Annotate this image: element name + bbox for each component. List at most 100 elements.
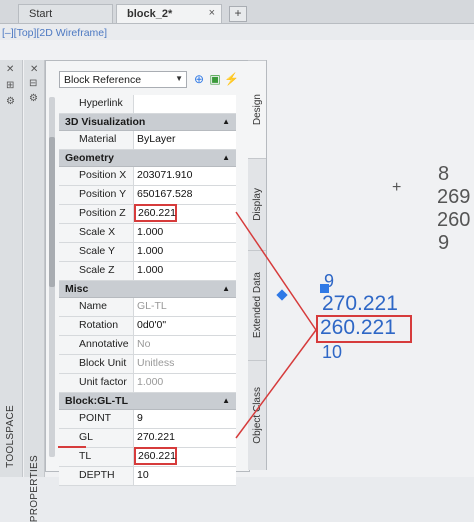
category-misc[interactable]: Misc ▲ — [59, 281, 236, 298]
gear-icon[interactable]: ⚙ — [6, 96, 15, 107]
property-row-material[interactable]: Material ByLayer — [59, 131, 236, 150]
gear-icon[interactable]: ⚙ — [29, 93, 38, 104]
tl-underline-marker — [58, 446, 86, 448]
properties-grid: Hyperlink 3D Visualization ▲ Material By… — [59, 95, 236, 486]
drawing-text[interactable]: 8 — [438, 163, 449, 186]
drawing-text[interactable]: 9 — [438, 232, 449, 255]
drawing-text[interactable]: 269 — [437, 186, 470, 209]
category-label: Block:GL-TL — [65, 395, 128, 407]
property-row-position-z[interactable]: Position Z 260.221 — [59, 204, 236, 224]
tab-display-label: Display — [251, 188, 263, 221]
block-gl-text[interactable]: 270.221 — [322, 292, 398, 316]
property-value[interactable]: 0d0'0" — [134, 317, 236, 335]
tab-object-class[interactable]: Object Class — [248, 360, 266, 470]
property-label: DEPTH — [59, 467, 134, 485]
close-icon[interactable]: ✕ — [6, 64, 14, 75]
scrollbar-thumb[interactable] — [49, 137, 55, 287]
highlighted-tl-value[interactable]: 260.221 — [134, 447, 177, 465]
crosshair-icon: + — [392, 179, 402, 196]
add-to-selection-icon[interactable]: ⊕ — [192, 72, 206, 86]
properties-panel: Block Reference ▼ ⊕ ▣ ⚡ Hyperlink 3D Vis… — [45, 60, 250, 486]
category-label: Geometry — [65, 152, 115, 164]
property-value[interactable]: 1.000 — [134, 243, 236, 261]
property-row-point[interactable]: POINT 9 — [59, 410, 236, 429]
property-row-scale-y[interactable]: Scale Y 1.000 — [59, 243, 236, 262]
property-label: Block Unit — [59, 355, 134, 373]
property-row-position-x[interactable]: Position X 203071.910 — [59, 167, 236, 186]
property-row-hyperlink[interactable]: Hyperlink — [59, 95, 236, 114]
property-label: Scale Y — [59, 243, 134, 261]
property-label: Position X — [59, 167, 134, 185]
property-value[interactable]: 9 — [134, 410, 236, 428]
collapse-icon[interactable]: ▲ — [222, 396, 230, 405]
property-label: GL — [59, 429, 134, 447]
tab-block-2[interactable]: block_2* × — [116, 4, 222, 23]
property-value[interactable]: 203071.910 — [134, 167, 236, 185]
property-label: Material — [59, 131, 134, 149]
property-value[interactable]: 650167.528 — [134, 186, 236, 204]
property-value-cell[interactable]: 260.221 — [134, 204, 236, 223]
quick-select-icon[interactable]: ⚡ — [224, 72, 239, 86]
category-label: 3D Visualization — [65, 116, 146, 128]
property-row-scale-x[interactable]: Scale X 1.000 — [59, 224, 236, 243]
property-label: Position Y — [59, 186, 134, 204]
property-value[interactable] — [134, 95, 236, 113]
property-row-rotation[interactable]: Rotation 0d0'0" — [59, 317, 236, 336]
property-row-block-unit[interactable]: Block Unit Unitless — [59, 355, 236, 374]
category-3d-visualization[interactable]: 3D Visualization ▲ — [59, 114, 236, 131]
property-value[interactable]: 270.221 — [134, 429, 236, 447]
new-tab-button[interactable]: + — [229, 6, 247, 22]
properties-scrollbar[interactable] — [49, 97, 55, 457]
property-value-cell[interactable]: 260.221 — [134, 447, 236, 466]
close-icon[interactable]: × — [209, 7, 215, 19]
property-row-annotative[interactable]: Annotative No — [59, 336, 236, 355]
tab-start[interactable]: Start — [18, 4, 113, 23]
close-icon[interactable]: ✕ — [30, 64, 38, 75]
pin-icon[interactable]: ⊞ — [6, 80, 14, 91]
property-label: POINT — [59, 410, 134, 428]
category-block-gl-tl[interactable]: Block:GL-TL ▲ — [59, 393, 236, 410]
property-label: Position Z — [59, 205, 134, 223]
category-geometry[interactable]: Geometry ▲ — [59, 150, 236, 167]
property-row-unit-factor[interactable]: Unit factor 1.000 — [59, 374, 236, 393]
property-label: Hyperlink — [59, 95, 134, 113]
tab-display[interactable]: Display — [248, 158, 266, 250]
property-value[interactable]: 1.000 — [134, 262, 236, 280]
tab-block-2-label: block_2* — [127, 8, 173, 20]
tab-design[interactable]: Design — [248, 60, 266, 158]
collapse-icon[interactable]: ▲ — [222, 284, 230, 293]
properties-label: PROPERTIES — [29, 455, 40, 522]
viewport-controls-label[interactable]: [–][Top][2D Wireframe] — [2, 27, 107, 39]
property-label: Scale X — [59, 224, 134, 242]
drawing-text[interactable]: 260 — [437, 209, 470, 232]
tab-extended-data[interactable]: Extended Data — [248, 250, 266, 360]
block-depth-text[interactable]: 10 — [322, 342, 342, 363]
autohide-icon[interactable]: ⊟ — [29, 78, 37, 89]
property-label: Unit factor — [59, 374, 134, 392]
property-value[interactable]: 1.000 — [134, 224, 236, 242]
property-row-scale-z[interactable]: Scale Z 1.000 — [59, 262, 236, 281]
property-row-name[interactable]: Name GL-TL — [59, 298, 236, 317]
property-label: Scale Z — [59, 262, 134, 280]
collapse-icon[interactable]: ▲ — [222, 117, 230, 126]
highlighted-position-z[interactable]: 260.221 — [134, 204, 177, 222]
chevron-down-icon: ▼ — [175, 74, 183, 83]
property-value: GL-TL — [137, 300, 167, 312]
properties-side-tabs: Design Display Extended Data Object Clas… — [248, 60, 267, 470]
property-label: Rotation — [59, 317, 134, 335]
property-value[interactable]: ByLayer — [134, 131, 236, 149]
collapse-icon[interactable]: ▲ — [222, 153, 230, 162]
property-row-tl[interactable]: TL 260.221 — [59, 447, 236, 467]
object-type-value: Block Reference — [64, 74, 142, 86]
property-value: 1.000 — [137, 376, 164, 388]
property-row-position-y[interactable]: Position Y 650167.528 — [59, 186, 236, 205]
property-value: No — [137, 338, 151, 350]
property-value[interactable]: 10 — [134, 467, 236, 485]
property-label: Annotative — [59, 336, 134, 354]
toolspace-label[interactable]: TOOLSPACE — [5, 405, 16, 468]
tab-start-label: Start — [29, 8, 53, 20]
object-type-select[interactable]: Block Reference ▼ — [59, 71, 187, 88]
property-label: Name — [59, 298, 134, 316]
tab-design-label: Design — [251, 93, 263, 126]
select-objects-icon[interactable]: ▣ — [208, 72, 222, 86]
